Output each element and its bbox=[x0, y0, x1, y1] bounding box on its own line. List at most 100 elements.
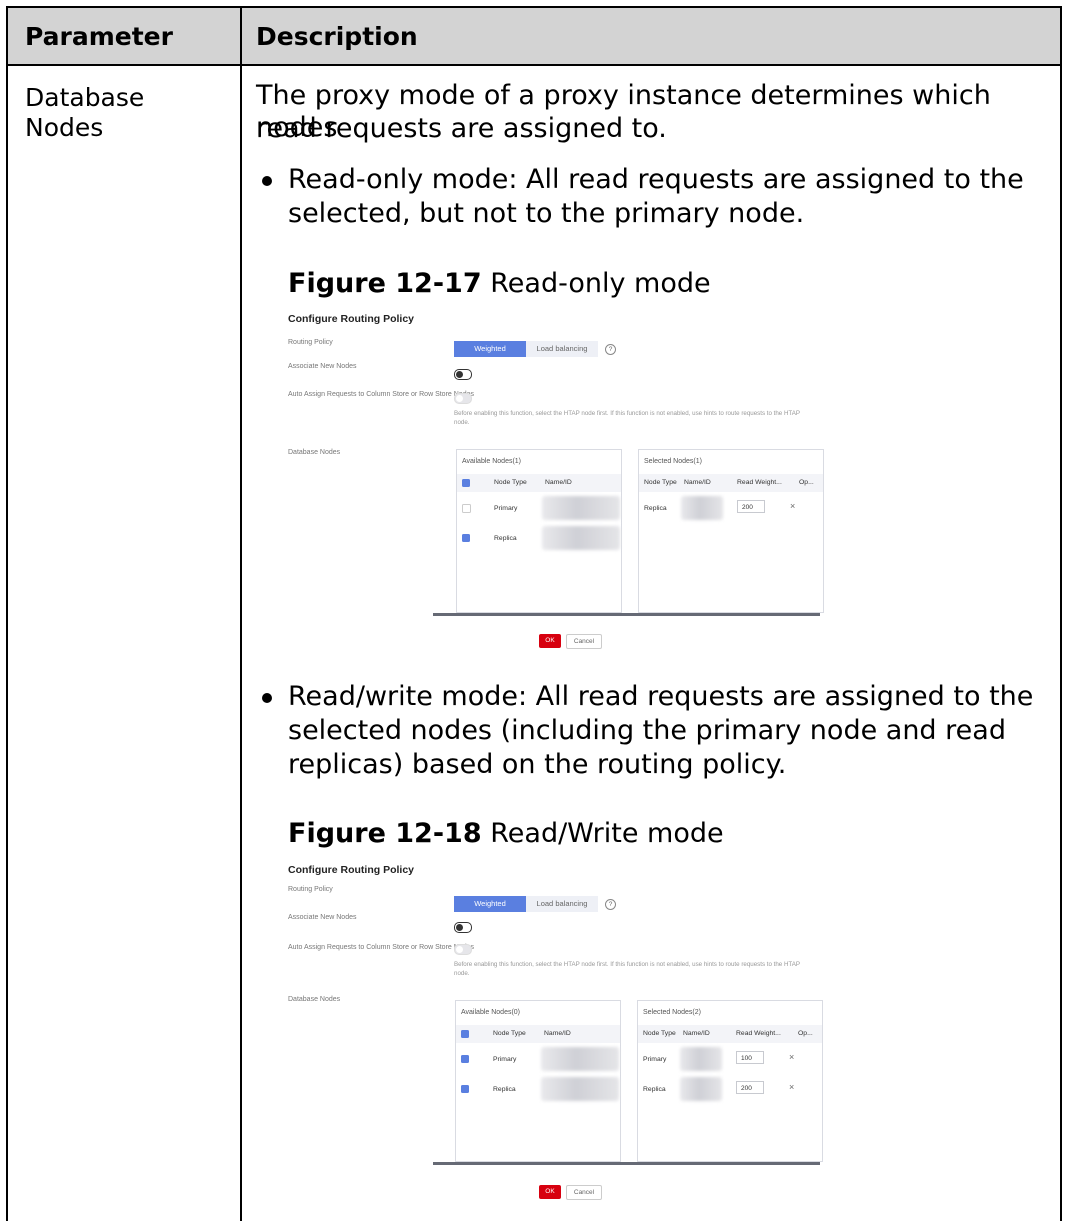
col-node-type: Node Type bbox=[494, 479, 527, 486]
header-description: Description bbox=[256, 22, 418, 51]
figure-caption-text: Read/Write mode bbox=[490, 818, 724, 849]
weighted-option[interactable]: Weighted bbox=[454, 896, 526, 912]
blurred-name-id bbox=[541, 1077, 619, 1101]
blurred-name-id bbox=[680, 1047, 722, 1071]
bullet-dot bbox=[262, 176, 272, 186]
toggle-knob bbox=[456, 395, 463, 402]
row-checkbox-replica[interactable] bbox=[462, 534, 470, 542]
col-node-type: Node Type bbox=[643, 1030, 676, 1037]
col-node-type: Node Type bbox=[493, 1030, 526, 1037]
col-node-type: Node Type bbox=[644, 479, 677, 486]
associate-new-nodes-toggle[interactable] bbox=[454, 369, 472, 380]
ok-button[interactable]: OK bbox=[539, 634, 561, 648]
bullet1-line2: selected, but not to the primary node. bbox=[288, 198, 805, 229]
auto-assign-label: Auto Assign Requests to Column Store or … bbox=[288, 391, 474, 398]
table-column-divider bbox=[240, 6, 242, 1221]
figure-caption-label: Figure 12-17 bbox=[288, 268, 482, 299]
weighted-option[interactable]: Weighted bbox=[454, 341, 526, 357]
available-row-type: Primary bbox=[493, 1056, 517, 1063]
available-row-type: Replica bbox=[493, 1086, 516, 1093]
htap-hint-line1: Before enabling this function, select th… bbox=[454, 410, 801, 417]
available-row-type: Replica bbox=[494, 535, 517, 542]
load-balancing-option[interactable]: Load balancing bbox=[526, 341, 598, 357]
header-parameter: Parameter bbox=[25, 22, 173, 51]
description-intro-line2: read requests are assigned to. bbox=[256, 113, 667, 144]
selected-nodes-title: Selected Nodes(2) bbox=[643, 1009, 701, 1016]
dialog-title: Configure Routing Policy bbox=[288, 313, 414, 325]
row-checkbox-replica[interactable] bbox=[461, 1085, 469, 1093]
bullet-dot bbox=[262, 693, 272, 703]
remove-node-icon[interactable]: × bbox=[789, 1082, 794, 1092]
routing-policy-label: Routing Policy bbox=[288, 339, 333, 346]
bullet2-line1: Read/write mode: All read requests are a… bbox=[288, 681, 1034, 712]
blurred-name-id bbox=[542, 496, 620, 520]
toggle-knob bbox=[456, 371, 463, 378]
horizontal-scrollbar[interactable] bbox=[433, 1162, 820, 1165]
row-checkbox-primary[interactable] bbox=[462, 504, 471, 513]
blurred-name-id bbox=[680, 1077, 722, 1101]
selected-nodes-panel: Selected Nodes(1) Node Type Name/ID Read… bbox=[638, 449, 824, 613]
ok-button[interactable]: OK bbox=[539, 1185, 561, 1199]
selected-nodes-panel: Selected Nodes(2) Node Type Name/ID Read… bbox=[637, 1000, 823, 1162]
table-right-border bbox=[1060, 6, 1062, 1221]
available-nodes-title: Available Nodes(1) bbox=[462, 458, 522, 465]
cancel-button[interactable]: Cancel bbox=[566, 1185, 602, 1200]
selected-table-header: Node Type Name/ID Read Weight... Op... bbox=[638, 1025, 822, 1043]
associate-new-nodes-label: Associate New Nodes bbox=[288, 363, 357, 370]
blurred-name-id bbox=[541, 1047, 619, 1071]
help-icon[interactable]: ? bbox=[605, 344, 616, 355]
figure-caption: Figure 12-18 Read/Write mode bbox=[288, 818, 724, 849]
read-weight-input[interactable]: 100 bbox=[736, 1051, 764, 1064]
table-header-divider bbox=[6, 64, 1062, 66]
col-name-id: Name/ID bbox=[544, 1030, 571, 1037]
blurred-name-id bbox=[542, 526, 620, 550]
help-icon[interactable]: ? bbox=[605, 899, 616, 910]
parameter-name-line1: Database bbox=[25, 83, 145, 112]
available-nodes-panel: Available Nodes(0) Node Type Name/ID Pri… bbox=[455, 1000, 621, 1162]
figure-caption: Figure 12-17 Read-only mode bbox=[288, 268, 711, 299]
document-page: Parameter Description Database Nodes The… bbox=[0, 0, 1069, 1221]
col-name-id: Name/ID bbox=[684, 479, 711, 486]
associate-new-nodes-toggle[interactable] bbox=[454, 922, 472, 933]
available-table-header: Node Type Name/ID bbox=[457, 474, 621, 492]
remove-node-icon[interactable]: × bbox=[789, 1052, 794, 1062]
htap-hint-line1: Before enabling this function, select th… bbox=[454, 961, 801, 968]
bullet2-line3: replicas) based on the routing policy. bbox=[288, 749, 787, 780]
toggle-knob bbox=[456, 924, 463, 931]
figure-read-write-screenshot: Configure Routing Policy Routing Policy … bbox=[288, 864, 848, 1204]
toggle-knob bbox=[456, 946, 463, 953]
table-top-border bbox=[6, 6, 1062, 8]
read-weight-input[interactable]: 200 bbox=[737, 500, 765, 513]
horizontal-scrollbar[interactable] bbox=[433, 613, 820, 616]
dialog-title: Configure Routing Policy bbox=[288, 864, 414, 876]
table-left-border bbox=[6, 6, 8, 1221]
col-name-id: Name/ID bbox=[683, 1030, 710, 1037]
auto-assign-toggle[interactable] bbox=[454, 393, 472, 404]
available-nodes-panel: Available Nodes(1) Node Type Name/ID Pri… bbox=[456, 449, 622, 613]
remove-node-icon[interactable]: × bbox=[790, 501, 795, 511]
row-checkbox-primary[interactable] bbox=[461, 1055, 469, 1063]
cancel-button[interactable]: Cancel bbox=[566, 634, 602, 649]
col-read-weight: Read Weight... bbox=[736, 1030, 781, 1037]
available-row-type: Primary bbox=[494, 505, 518, 512]
auto-assign-toggle[interactable] bbox=[454, 944, 472, 955]
selected-row-type: Primary bbox=[643, 1056, 667, 1063]
associate-new-nodes-label: Associate New Nodes bbox=[288, 914, 357, 921]
blurred-name-id bbox=[681, 496, 723, 520]
read-weight-input[interactable]: 200 bbox=[736, 1081, 764, 1094]
selected-table-header: Node Type Name/ID Read Weight... Op... bbox=[639, 474, 823, 492]
database-nodes-label: Database Nodes bbox=[288, 449, 341, 456]
available-table-header: Node Type Name/ID bbox=[456, 1025, 620, 1043]
col-operation: Op... bbox=[798, 1030, 813, 1037]
selected-row-type: Replica bbox=[643, 1086, 666, 1093]
figure-caption-label: Figure 12-18 bbox=[288, 818, 482, 849]
col-read-weight: Read Weight... bbox=[737, 479, 782, 486]
load-balancing-option[interactable]: Load balancing bbox=[526, 896, 598, 912]
figure-read-only-screenshot: Configure Routing Policy Routing Policy … bbox=[288, 313, 848, 653]
col-operation: Op... bbox=[799, 479, 814, 486]
parameter-name-line2: Nodes bbox=[25, 113, 104, 142]
select-all-checkbox[interactable] bbox=[462, 479, 470, 487]
select-all-checkbox[interactable] bbox=[461, 1030, 469, 1038]
col-name-id: Name/ID bbox=[545, 479, 572, 486]
routing-policy-label: Routing Policy bbox=[288, 886, 333, 893]
